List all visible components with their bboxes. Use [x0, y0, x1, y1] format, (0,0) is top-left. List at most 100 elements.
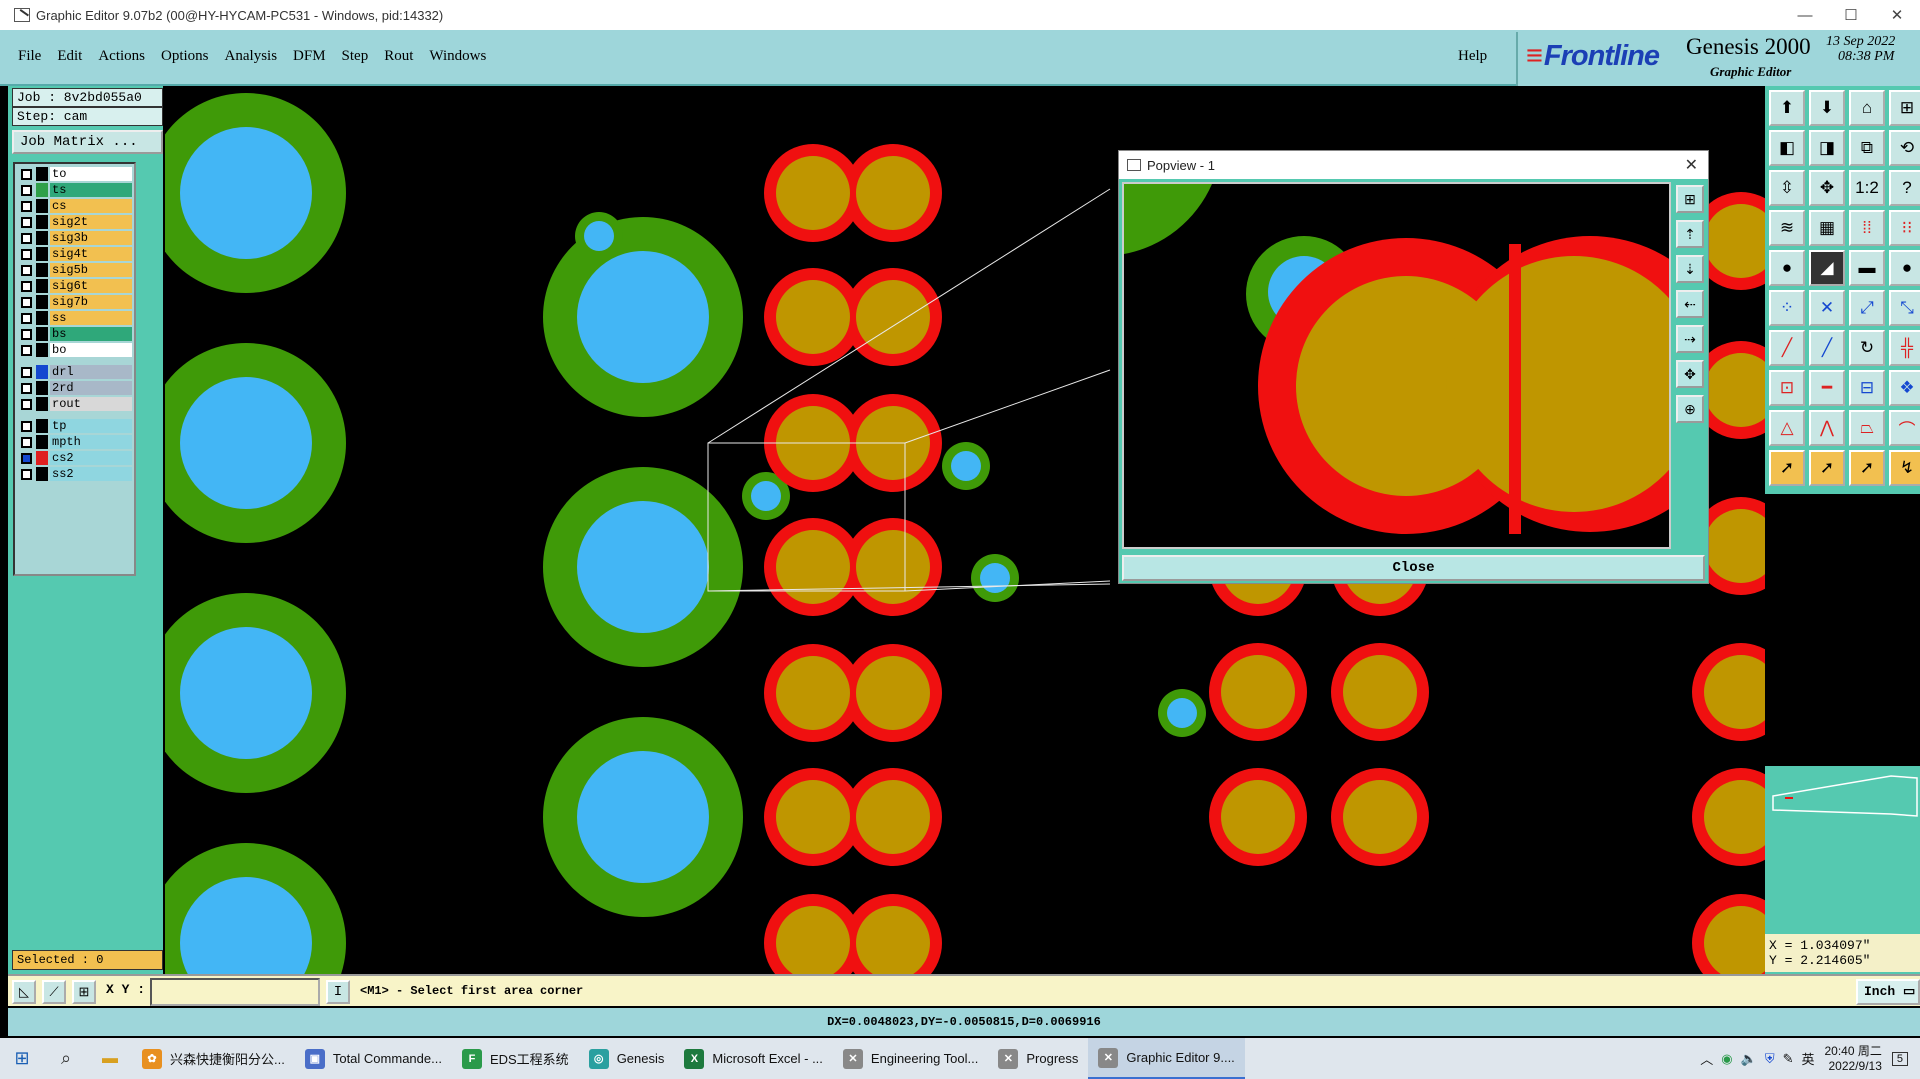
- taskbar-app[interactable]: ▣ Total Commande...: [295, 1038, 452, 1079]
- arch-icon[interactable]: ⌒: [1889, 410, 1920, 446]
- layer-checkbox[interactable]: [21, 312, 32, 324]
- snap-icon[interactable]: ⁞⁞: [1849, 210, 1885, 246]
- menu-step[interactable]: Step: [334, 42, 377, 71]
- zoom-home-icon[interactable]: ⌂: [1849, 90, 1885, 126]
- trapezoid-icon[interactable]: ⏢: [1849, 410, 1885, 446]
- layer-row-sig3b[interactable]: sig3b: [17, 230, 132, 246]
- snap-grid-icon[interactable]: ⁝⁝: [1889, 210, 1920, 246]
- ruler-icon[interactable]: ▬: [1849, 250, 1885, 286]
- layer-checkbox[interactable]: [21, 216, 32, 228]
- layer-row-bo[interactable]: bo: [17, 342, 132, 358]
- layer-checkbox[interactable]: [21, 436, 32, 448]
- layer-row-sig7b[interactable]: sig7b: [17, 294, 132, 310]
- minimize-button[interactable]: —: [1782, 0, 1828, 30]
- zoom-out-icon[interactable]: ⬇: [1809, 90, 1845, 126]
- node-move-icon[interactable]: ⊡: [1769, 370, 1805, 406]
- folder-icon[interactable]: ▬: [88, 1038, 132, 1079]
- menu-file[interactable]: File: [10, 42, 49, 71]
- pan-left-icon[interactable]: ◧: [1769, 130, 1805, 166]
- layer-row-2rd[interactable]: 2rd: [17, 380, 132, 396]
- layer-checkbox[interactable]: [21, 420, 32, 432]
- tray-wechat-icon[interactable]: ◉: [1721, 1051, 1732, 1067]
- pan-right-icon[interactable]: ◨: [1809, 130, 1845, 166]
- layer-checkbox[interactable]: [21, 382, 32, 394]
- menu-rout[interactable]: Rout: [376, 42, 421, 71]
- line-icon[interactable]: ╱: [1769, 330, 1805, 366]
- mode-grid-icon[interactable]: ⊞: [72, 980, 96, 1004]
- grid-icon[interactable]: ▦: [1809, 210, 1845, 246]
- pad-icon[interactable]: ●: [1769, 250, 1805, 286]
- layer-row-cs2[interactable]: cs2: [17, 450, 132, 466]
- xy-input[interactable]: [150, 978, 320, 1006]
- menu-help[interactable]: Help: [1458, 48, 1487, 65]
- layer-row-mpth[interactable]: mpth: [17, 434, 132, 450]
- maximize-button[interactable]: ☐: [1828, 0, 1874, 30]
- unit-selector[interactable]: Inch ▭: [1856, 979, 1920, 1005]
- popview-home-icon[interactable]: ⊕: [1676, 395, 1704, 423]
- line-color-icon[interactable]: ◢: [1809, 250, 1845, 286]
- scale-1-2-icon[interactable]: 1:2: [1849, 170, 1885, 206]
- popview-canvas[interactable]: [1122, 182, 1671, 549]
- layer-row-tp[interactable]: tp: [17, 418, 132, 434]
- layer-row-rout[interactable]: rout: [17, 396, 132, 412]
- menu-actions[interactable]: Actions: [90, 42, 153, 71]
- solid-icon[interactable]: ●: [1889, 250, 1920, 286]
- popview-close-button[interactable]: Close: [1122, 555, 1705, 581]
- layer-row-sig2t[interactable]: sig2t: [17, 214, 132, 230]
- tray-ime[interactable]: 英: [1801, 1049, 1814, 1068]
- taskbar-app[interactable]: ✕ Progress: [988, 1038, 1088, 1079]
- menu-analysis[interactable]: Analysis: [217, 42, 286, 71]
- layer-row-ss2[interactable]: ss2: [17, 466, 132, 482]
- tray-speaker-icon[interactable]: 🔈: [1741, 1051, 1757, 1067]
- job-matrix-button[interactable]: Job Matrix ...: [12, 130, 163, 154]
- taskbar-app[interactable]: ✕ Graphic Editor 9....: [1088, 1038, 1245, 1079]
- popview-zoom-in-icon[interactable]: ⇡: [1676, 220, 1704, 248]
- layer-row-to[interactable]: to: [17, 166, 132, 182]
- layer-checkbox[interactable]: [21, 296, 32, 308]
- menu-options[interactable]: Options: [153, 42, 217, 71]
- layer-checkbox[interactable]: [21, 248, 32, 260]
- popview-zoom-icon[interactable]: ⊞: [1676, 185, 1704, 213]
- layer-checkbox[interactable]: [21, 200, 32, 212]
- mode-draw-icon[interactable]: ⟋: [42, 980, 66, 1004]
- layer-row-sig4t[interactable]: sig4t: [17, 246, 132, 262]
- layer-row-ts[interactable]: ts: [17, 182, 132, 198]
- shapes-icon[interactable]: ❖: [1889, 370, 1920, 406]
- clock[interactable]: 20:40 周二 2022/9/13: [1825, 1044, 1882, 1074]
- pan-center-icon[interactable]: ⧉: [1849, 130, 1885, 166]
- measure-icon[interactable]: ≋: [1769, 210, 1805, 246]
- redraw-icon[interactable]: ⟲: [1889, 130, 1920, 166]
- notification-icon[interactable]: 5: [1891, 1051, 1908, 1066]
- peak-icon[interactable]: ⋀: [1809, 410, 1845, 446]
- layer-row-ss[interactable]: ss: [17, 310, 132, 326]
- layer-checkbox[interactable]: [21, 328, 32, 340]
- layer-checkbox[interactable]: [21, 232, 32, 244]
- fit-all-icon[interactable]: ✥: [1809, 170, 1845, 206]
- layer-checkbox[interactable]: [21, 398, 32, 410]
- fit-vertical-icon[interactable]: ⇳: [1769, 170, 1805, 206]
- select-box-icon[interactable]: ➚: [1809, 450, 1845, 486]
- select-area-icon[interactable]: ➚: [1849, 450, 1885, 486]
- layer-row-cs[interactable]: cs: [17, 198, 132, 214]
- zoom-area-icon[interactable]: ⊞: [1889, 90, 1920, 126]
- mode-line-icon[interactable]: ◺: [12, 980, 36, 1004]
- close-button[interactable]: ✕: [1874, 0, 1920, 30]
- info-button[interactable]: I: [326, 980, 350, 1004]
- taskbar-app[interactable]: ✕ Engineering Tool...: [833, 1038, 988, 1079]
- help-icon[interactable]: ?: [1889, 170, 1920, 206]
- taskbar-app[interactable]: F EDS工程系统: [452, 1038, 579, 1079]
- select-route-icon[interactable]: ↯: [1889, 450, 1920, 486]
- tray-up-icon[interactable]: ︿: [1700, 1049, 1713, 1068]
- arc-icon[interactable]: ↻: [1849, 330, 1885, 366]
- search-icon[interactable]: ⌕: [44, 1038, 88, 1079]
- tray-defender-icon[interactable]: ⛨: [1765, 1051, 1775, 1067]
- menu-windows[interactable]: Windows: [421, 42, 494, 71]
- layer-row-drl[interactable]: drl: [17, 364, 132, 380]
- menu-dfm[interactable]: DFM: [285, 42, 334, 71]
- zoom-in-icon[interactable]: ⬆: [1769, 90, 1805, 126]
- triangle-icon[interactable]: △: [1769, 410, 1805, 446]
- taskbar-app[interactable]: ✿ 兴森快捷衡阳分公...: [132, 1038, 295, 1079]
- menu-edit[interactable]: Edit: [49, 42, 90, 71]
- layer-row-sig6t[interactable]: sig6t: [17, 278, 132, 294]
- diagonal-icon[interactable]: ╱: [1809, 330, 1845, 366]
